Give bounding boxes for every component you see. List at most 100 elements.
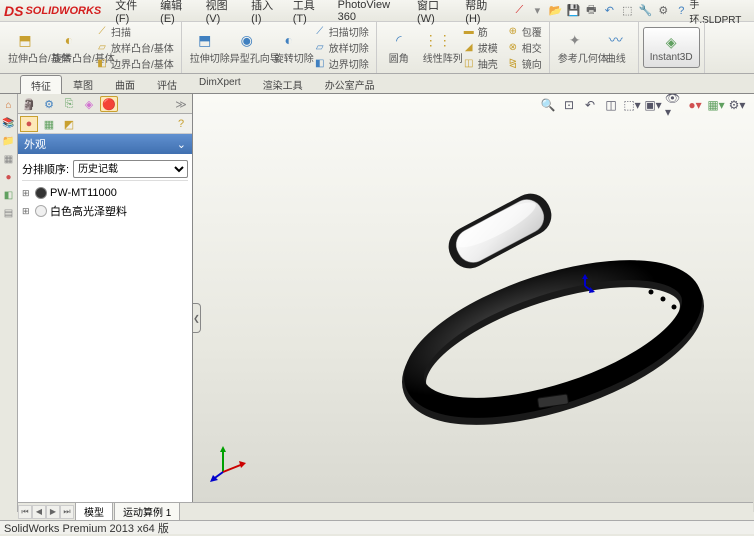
custom-props-icon[interactable]: ◧ bbox=[2, 188, 16, 202]
prev-view-icon[interactable]: ↶ bbox=[581, 96, 599, 114]
appearances-icon[interactable]: ● bbox=[2, 170, 16, 184]
panel-pin-icon[interactable]: ≫ bbox=[172, 96, 190, 112]
fillet-button[interactable]: ◜ 圆角 bbox=[381, 28, 417, 67]
sort-select[interactable]: 历史记载 bbox=[73, 160, 188, 178]
curves-button[interactable]: 〰 曲线 bbox=[598, 28, 634, 67]
property-manager-tab[interactable]: ⚙ bbox=[40, 96, 58, 112]
display-manager-tab[interactable]: 🔴 bbox=[100, 96, 118, 112]
edit-appearance-icon[interactable]: ●▾ bbox=[686, 96, 704, 114]
help-icon[interactable]: ? bbox=[673, 3, 689, 19]
display-style-icon[interactable]: ▣▾ bbox=[644, 96, 662, 114]
config-manager-tab[interactable]: ⎘ bbox=[60, 96, 78, 112]
loft-cut-button[interactable]: ▱放样切除 bbox=[310, 40, 372, 56]
draft-button[interactable]: ◢拔模 bbox=[459, 40, 501, 56]
rebuild-icon[interactable]: 🔧 bbox=[637, 3, 653, 19]
revolve-boss-button[interactable]: ◐ 旋转凸台/基体 bbox=[48, 28, 90, 67]
intersect-button[interactable]: ⊗相交 bbox=[503, 40, 545, 56]
shell-icon: ◫ bbox=[462, 57, 476, 71]
apply-scene-icon[interactable]: ▦▾ bbox=[707, 96, 725, 114]
tab-nav-last-icon[interactable]: ⏭ bbox=[60, 505, 74, 519]
tab-render[interactable]: 渲染工具 bbox=[252, 74, 314, 93]
panel-header: 外观 ⌄ bbox=[18, 134, 192, 154]
ref-geom-button[interactable]: ✦ 参考几何体 bbox=[554, 28, 596, 67]
menu-photoview[interactable]: PhotoView 360 bbox=[332, 0, 411, 25]
expand-icon[interactable]: ⊞ bbox=[22, 206, 32, 217]
tab-office[interactable]: 办公室产品 bbox=[314, 74, 386, 93]
open-icon[interactable]: 📂 bbox=[547, 3, 563, 19]
save-icon[interactable]: 💾 bbox=[565, 3, 581, 19]
instant3d-button[interactable]: ◈ Instant3D bbox=[643, 27, 700, 68]
app-name: SOLIDWORKS bbox=[25, 5, 101, 17]
panel-help-icon[interactable]: ? bbox=[172, 116, 190, 132]
decal-tab[interactable]: ◩ bbox=[60, 116, 78, 132]
tab-features[interactable]: 特征 bbox=[20, 75, 62, 94]
file-explorer-icon[interactable]: 📁 bbox=[2, 134, 16, 148]
options-icon[interactable]: ⚙ bbox=[655, 3, 671, 19]
tab-sketch[interactable]: 草图 bbox=[62, 74, 104, 93]
dimxpert-manager-tab[interactable]: ◈ bbox=[80, 96, 98, 112]
swoosh-icon[interactable]: ⟋ bbox=[511, 3, 527, 19]
tab-nav-first-icon[interactable]: ⏮ bbox=[18, 505, 32, 519]
extrude-cut-button[interactable]: ⬒ 拉伸切除 bbox=[186, 28, 224, 67]
motion-study-tab[interactable]: 运动算例 1 bbox=[114, 502, 180, 521]
feature-manager-panel: 🗿 ⚙ ⎘ ◈ 🔴 ≫ ● ▦ ◩ ? 外观 ⌄ 分排顺序: 历史记载 bbox=[18, 94, 193, 512]
orientation-triad[interactable] bbox=[208, 442, 248, 482]
instant3d-icon: ◈ bbox=[661, 32, 681, 52]
view-orient-icon[interactable]: ⬚▾ bbox=[623, 96, 641, 114]
hole-icon: ◉ bbox=[237, 30, 257, 50]
appearance-item-0[interactable]: ⊞ PW-MT11000 bbox=[22, 185, 188, 201]
ribbon: ⬒ 拉伸凸台/基体 ◐ 旋转凸台/基体 ⟋扫描 ▱放样凸台/基体 ◧边界凸台/基… bbox=[0, 22, 754, 74]
loft-button[interactable]: ▱放样凸台/基体 bbox=[92, 40, 177, 56]
panel-expand-icon[interactable]: ⌄ bbox=[177, 138, 186, 151]
section-view-icon[interactable]: ◫ bbox=[602, 96, 620, 114]
view-palette-icon[interactable]: ▦ bbox=[2, 152, 16, 166]
shell-button[interactable]: ◫抽壳 bbox=[459, 56, 501, 72]
resources-icon[interactable]: ⌂ bbox=[2, 98, 16, 112]
linear-pattern-icon: ⋮⋮ bbox=[428, 30, 448, 50]
appearance-display-tab[interactable]: ● bbox=[20, 116, 38, 132]
sweep-icon: ⟋ bbox=[95, 25, 109, 39]
sweep-cut-button[interactable]: ⟋扫描切除 bbox=[310, 24, 372, 40]
task-icon[interactable]: ▤ bbox=[2, 206, 16, 220]
ref-geom-icon: ✦ bbox=[565, 30, 585, 50]
zoom-fit-icon[interactable]: 🔍 bbox=[539, 96, 557, 114]
command-tabs: 特征 草图 曲面 评估 DimXpert 渲染工具 办公室产品 bbox=[0, 74, 754, 94]
boundary-button[interactable]: ◧边界凸台/基体 bbox=[92, 56, 177, 72]
scene-tab[interactable]: ▦ bbox=[40, 116, 58, 132]
tab-evaluate[interactable]: 评估 bbox=[146, 74, 188, 93]
rotate-pivot-icon bbox=[573, 274, 597, 298]
model-tab[interactable]: 模型 bbox=[75, 502, 113, 521]
extrude-icon: ⬒ bbox=[15, 30, 35, 50]
extrude-boss-button[interactable]: ⬒ 拉伸凸台/基体 bbox=[4, 28, 46, 67]
revolve-cut-button[interactable]: ◐ 旋转切除 bbox=[270, 28, 308, 67]
print-icon[interactable]: 🖶 bbox=[583, 3, 599, 19]
appearance-item-1[interactable]: ⊞ 白色高光泽塑料 bbox=[22, 201, 188, 221]
design-library-icon[interactable]: 📚 bbox=[2, 116, 16, 130]
sweep-button[interactable]: ⟋扫描 bbox=[92, 24, 177, 40]
curves-icon: 〰 bbox=[606, 30, 626, 50]
mirror-button[interactable]: ⧎镜向 bbox=[503, 56, 545, 72]
hole-wizard-button[interactable]: ◉ 异型孔向导 bbox=[226, 28, 268, 67]
intersect-icon: ⊗ bbox=[506, 41, 520, 55]
task-pane-tabs: ⌂ 📚 📁 ▦ ● ◧ ▤ bbox=[0, 94, 18, 512]
zoom-area-icon[interactable]: ⊡ bbox=[560, 96, 578, 114]
extrude-cut-icon: ⬒ bbox=[195, 30, 215, 50]
expand-icon[interactable]: ⊞ bbox=[22, 188, 32, 199]
tab-dimxpert[interactable]: DimXpert bbox=[188, 74, 252, 93]
graphics-viewport[interactable]: ❮ 🔍 ⊡ ↶ ◫ ⬚▾ ▣▾ 👁▾ ●▾ ▦▾ ⚙▾ bbox=[193, 94, 754, 512]
undo-icon[interactable]: ↶ bbox=[601, 3, 617, 19]
feature-tree-tab[interactable]: 🗿 bbox=[20, 96, 38, 112]
wrap-button[interactable]: ⊕包覆 bbox=[503, 24, 545, 40]
tab-surfaces[interactable]: 曲面 bbox=[104, 74, 146, 93]
tab-nav-next-icon[interactable]: ▶ bbox=[46, 505, 60, 519]
rib-button[interactable]: ▬筋 bbox=[459, 24, 501, 40]
panel-splitter[interactable]: ❮ bbox=[193, 303, 201, 333]
select-icon[interactable]: ⬚ bbox=[619, 3, 635, 19]
tab-nav-prev-icon[interactable]: ◀ bbox=[32, 505, 46, 519]
fillet-icon: ◜ bbox=[389, 30, 409, 50]
hide-show-icon[interactable]: 👁▾ bbox=[665, 96, 683, 114]
view-settings-icon[interactable]: ⚙▾ bbox=[728, 96, 746, 114]
linear-pattern-button[interactable]: ⋮⋮ 线性阵列 bbox=[419, 28, 457, 67]
new-icon[interactable]: ▾ bbox=[529, 3, 545, 19]
boundary-cut-button[interactable]: ◧边界切除 bbox=[310, 56, 372, 72]
